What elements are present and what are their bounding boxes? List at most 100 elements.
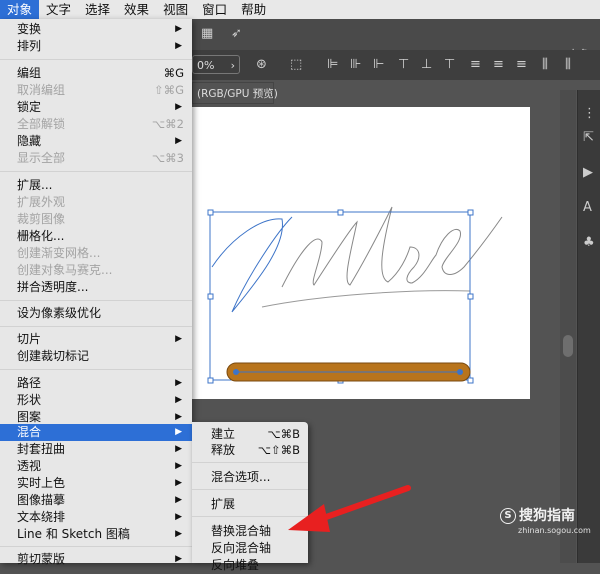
menu-item-label: 锁定 bbox=[17, 100, 42, 114]
menu-item-group[interactable]: 编组 ⌘G bbox=[0, 65, 192, 82]
scrollbar-thumb[interactable] bbox=[563, 335, 573, 357]
menu-item-image-trace[interactable]: 图像描摹 ▶ bbox=[0, 492, 192, 509]
menu-item-label: 排列 bbox=[17, 39, 42, 53]
triangle-right-icon: ▶ bbox=[175, 136, 182, 146]
menu-item-perspective[interactable]: 透视 ▶ bbox=[0, 458, 192, 475]
menu-item-pixel-perfect[interactable]: 设为像素级优化 bbox=[0, 305, 192, 322]
menu-item-ungroup[interactable]: 取消编组 ⇧⌘G bbox=[0, 82, 192, 99]
artwork-svg[interactable] bbox=[192, 107, 530, 399]
menu-item-show-all[interactable]: 显示全部 ⌥⌘3 bbox=[0, 150, 192, 167]
menu-item-lock[interactable]: 锁定 ▶ bbox=[0, 99, 192, 116]
sogou-logo-icon: S bbox=[500, 508, 516, 524]
submenu-item-label: 反向堆叠 bbox=[211, 558, 260, 572]
menu-item-text-wrap[interactable]: 文本绕排 ▶ bbox=[0, 509, 192, 526]
symbols-icon[interactable]: ♣ bbox=[583, 235, 595, 250]
align-left-icon[interactable]: ⊫ bbox=[327, 50, 338, 80]
align-middle-icon[interactable]: ⊥ bbox=[421, 50, 432, 80]
menubar-select[interactable]: 选择 bbox=[78, 0, 117, 19]
menu-separator bbox=[0, 369, 192, 370]
menu-item-expand[interactable]: 扩展... bbox=[0, 177, 192, 194]
triangle-right-icon: ▶ bbox=[175, 529, 182, 539]
menu-item-trim-marks[interactable]: 创建裁切标记 bbox=[0, 348, 192, 365]
menu-item-label: 变换 bbox=[17, 22, 42, 36]
menu-item-rasterize[interactable]: 栅格化... bbox=[0, 228, 192, 245]
submenu-item-label: 建立 bbox=[211, 427, 236, 441]
menu-item-label: 封套扭曲 bbox=[17, 442, 66, 456]
grip-icon[interactable]: ⋮ bbox=[583, 106, 596, 121]
submenu-item-label: 扩展 bbox=[211, 497, 236, 511]
menu-item-label: 裁剪图像 bbox=[17, 212, 66, 226]
menu-item-clipping-mask[interactable]: 剪切蒙版 ▶ bbox=[0, 551, 192, 568]
distribute-top-icon[interactable]: ≡ bbox=[470, 50, 481, 80]
align-top-icon[interactable]: ⊤ bbox=[398, 50, 409, 80]
align-bottom-icon[interactable]: ⊤ bbox=[444, 50, 455, 80]
watermark: S 搜狗指南 zhinan.sogou.com bbox=[500, 505, 591, 535]
submenu-item-make[interactable]: 建立 ⌥⌘B bbox=[192, 426, 308, 443]
menu-item-gradient-mesh[interactable]: 创建渐变网格... bbox=[0, 245, 192, 262]
menubar-text[interactable]: 文字 bbox=[39, 0, 78, 19]
menu-item-blend[interactable]: 混合 ▶ bbox=[0, 424, 192, 441]
align-right-icon[interactable]: ⊩ bbox=[373, 50, 384, 80]
triangle-right-icon: ▶ bbox=[175, 427, 182, 437]
document-tab[interactable]: (RGB/GPU 预览) bbox=[192, 82, 278, 104]
menu-item-label: 文本绕排 bbox=[17, 510, 66, 524]
submenu-item-label: 反向混合轴 bbox=[211, 541, 272, 555]
submenu-item-label: 替换混合轴 bbox=[211, 524, 272, 538]
triangle-right-icon: ▶ bbox=[175, 395, 182, 405]
menu-item-transform[interactable]: 变换 ▶ bbox=[0, 21, 192, 38]
menu-item-shape[interactable]: 形状 ▶ bbox=[0, 392, 192, 409]
transform-icon[interactable]: ⬚ bbox=[290, 50, 302, 80]
triangle-right-icon: ▶ bbox=[175, 444, 182, 454]
distribute-center-icon[interactable]: ⫼ bbox=[565, 50, 571, 80]
menu-item-label: 切片 bbox=[17, 332, 42, 346]
menubar-window[interactable]: 窗口 bbox=[195, 0, 234, 19]
triangle-right-icon: ▶ bbox=[175, 24, 182, 34]
menu-item-label: 取消编组 bbox=[17, 83, 66, 97]
menu-item-unlock-all[interactable]: 全部解锁 ⌥⌘2 bbox=[0, 116, 192, 133]
menu-item-label: 全部解锁 bbox=[17, 117, 66, 131]
globe-icon[interactable]: ⊛ bbox=[256, 50, 267, 80]
menu-item-live-paint[interactable]: 实时上色 ▶ bbox=[0, 475, 192, 492]
submenu-item-label: 释放 bbox=[211, 443, 236, 457]
align-center-icon[interactable]: ⊪ bbox=[350, 50, 361, 80]
menu-item-label: 编组 bbox=[17, 66, 42, 80]
menu-item-object-mosaic[interactable]: 创建对象马赛克... bbox=[0, 262, 192, 279]
zoom-field[interactable]: 0% › bbox=[192, 55, 240, 74]
distribute-left-icon[interactable]: ⫼ bbox=[542, 50, 548, 80]
menu-item-slice[interactable]: 切片 ▶ bbox=[0, 331, 192, 348]
export-icon[interactable]: ⇱ bbox=[583, 130, 594, 145]
menu-item-line-sketch[interactable]: Line 和 Sketch 图稿 ▶ bbox=[0, 526, 192, 543]
menu-item-envelope-distort[interactable]: 封套扭曲 ▶ bbox=[0, 441, 192, 458]
menu-item-expand-appearance[interactable]: 扩展外观 bbox=[0, 194, 192, 211]
menu-item-path[interactable]: 路径 ▶ bbox=[0, 375, 192, 392]
vertical-scrollbar[interactable] bbox=[560, 90, 576, 563]
menu-separator bbox=[0, 546, 192, 547]
paper-plane-icon[interactable]: ➶ bbox=[231, 19, 242, 49]
watermark-title: 搜狗指南 bbox=[519, 508, 575, 524]
menu-separator bbox=[0, 300, 192, 301]
menu-item-arrange[interactable]: 排列 ▶ bbox=[0, 38, 192, 55]
distribute-bottom-icon[interactable]: ≡ bbox=[516, 50, 527, 80]
character-icon[interactable]: A bbox=[583, 200, 592, 215]
menubar-object[interactable]: 对象 bbox=[0, 0, 40, 19]
distribute-middle-icon[interactable]: ≡ bbox=[493, 50, 504, 80]
submenu-item-release[interactable]: 释放 ⌥⇧⌘B bbox=[192, 442, 308, 459]
menu-item-label: 图像描摹 bbox=[17, 493, 66, 507]
triangle-right-icon: ▶ bbox=[175, 461, 182, 471]
blend-anchor-end bbox=[457, 369, 463, 375]
menu-separator bbox=[0, 326, 192, 327]
menu-item-hide[interactable]: 隐藏 ▶ bbox=[0, 133, 192, 150]
play-icon[interactable]: ▶ bbox=[583, 165, 593, 180]
menubar-effect[interactable]: 效果 bbox=[117, 0, 156, 19]
menu-item-shortcut: ⇧⌘G bbox=[153, 83, 184, 97]
submenu-item-reverse-spine[interactable]: 反向混合轴 bbox=[192, 540, 308, 557]
menu-separator bbox=[0, 171, 192, 172]
selection-handle-top-right bbox=[467, 209, 474, 216]
menubar-help[interactable]: 帮助 bbox=[234, 0, 273, 19]
menubar-view[interactable]: 视图 bbox=[156, 0, 195, 19]
submenu-item-reverse-front-to-back[interactable]: 反向堆叠 bbox=[192, 557, 308, 574]
menu-item-flatten-transparency[interactable]: 拼合透明度... bbox=[0, 279, 192, 296]
selection-handle-bottom-right bbox=[467, 377, 474, 384]
menu-item-crop-image[interactable]: 裁剪图像 bbox=[0, 211, 192, 228]
grid-icon[interactable]: ▦ bbox=[201, 19, 213, 49]
